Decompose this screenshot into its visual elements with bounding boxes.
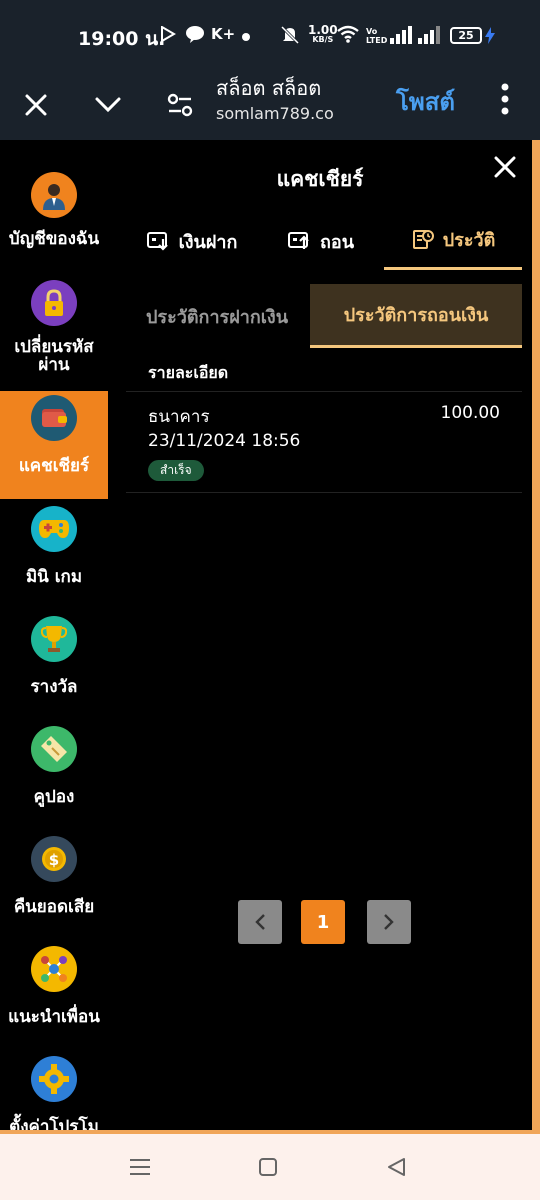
history-icon [412,229,434,249]
table-row: ธนาคาร 100.00 23/11/2024 18:56 สำเร็จ [126,392,522,493]
prev-page-button[interactable] [238,900,282,944]
sidebar-item-change-password[interactable]: เปลี่ยนรหัสผ่าน [0,276,108,384]
panel-edge [532,140,540,1130]
svg-text:$: $ [49,851,59,869]
play-store-icon [160,25,176,46]
network-speed: 1.00 KB/S [308,23,338,44]
tab-withdraw[interactable]: ถอน [258,212,384,270]
wallet-icon [31,395,77,441]
subtab-deposit-history[interactable]: ประวัติการฝากเงิน [126,284,308,348]
lock-icon [31,280,77,326]
status-badge: สำเร็จ [148,460,204,481]
panel-title: แคชเชียร์ [276,167,364,191]
row-amount: 100.00 [440,403,500,423]
chevron-right-icon [384,914,394,930]
signal-icon [390,26,414,48]
k-plus-icon: K+ [211,25,236,43]
chevron-down-icon [95,97,121,113]
charging-icon [485,27,495,48]
home-square-icon [259,1158,277,1176]
close-tab-button[interactable] [11,80,61,130]
sidebar-item-cashback[interactable]: $ คืนยอดเสีย [0,830,108,938]
chevron-left-icon [255,914,265,930]
withdraw-icon [287,232,309,249]
cashier-tabs: เงินฝาก ถอน ประวัติ [126,212,522,272]
home-button[interactable] [253,1154,283,1180]
sidebar: บัญชีของฉัน เปลี่ยนรหัสผ่าน แคชเชียร์ มิ… [0,140,108,1130]
subtab-withdraw-history[interactable]: ประวัติการถอนเงิน [310,284,522,348]
line-app-icon [185,25,205,47]
sidebar-item-refer-friend[interactable]: แนะนำเพื่อน [0,940,108,1048]
post-button[interactable]: โพสต์ [396,82,455,121]
sidebar-item-account[interactable]: บัญชีของฉัน [0,166,108,274]
coupon-icon [31,726,77,772]
settings-sliders-icon [167,93,193,117]
back-triangle-icon [388,1158,405,1176]
wifi-icon [337,25,359,47]
tab-history[interactable]: ประวัติ [384,212,522,270]
deposit-icon [146,232,168,251]
next-page-button[interactable] [367,900,411,944]
network-icon [31,946,77,992]
battery-indicator: 25 [450,27,482,44]
more-vertical-icon [501,83,509,115]
close-icon [25,94,47,116]
volte-indicator: Vo LTED [366,27,388,45]
dot-icon [242,29,250,45]
page-number-current[interactable]: 1 [301,900,345,944]
tab-deposit[interactable]: เงินฝาก [126,212,258,270]
row-bank: ธนาคาร [148,407,210,427]
pagination: 1 [238,900,412,944]
more-options-button[interactable] [494,80,516,120]
close-panel-button[interactable] [490,152,520,182]
column-header-details: รายละเอียด [148,363,229,382]
table-header: รายละเอียด [126,354,522,392]
mute-bell-icon [280,25,300,49]
sidebar-item-coupon[interactable]: คูปอง [0,720,108,828]
sidebar-item-reward[interactable]: รางวัล [0,610,108,718]
menu-icon [130,1159,150,1175]
page-title: สล็อต สล็อต [216,76,322,100]
trophy-icon [31,616,77,662]
signal-icon-2 [418,26,442,48]
close-icon [494,156,516,178]
system-nav-bar [0,1134,540,1200]
status-time: 19:00 น. [78,28,166,50]
page-url[interactable]: somlam789.co [216,104,334,123]
history-subtabs: ประวัติการฝากเงิน ประวัติการถอนเงิน [126,284,522,350]
recent-apps-button[interactable] [125,1154,155,1180]
coin-icon: $ [31,836,77,882]
gear-icon [31,1056,77,1102]
minimize-button[interactable] [83,80,133,130]
sidebar-item-mini-game[interactable]: มินิ เกม [0,500,108,608]
status-bar: 19:00 น. K+ 1.00 KB/S Vo LTED 25 [0,0,540,70]
row-date: 23/11/2024 18:56 [148,431,301,451]
gamepad-icon [31,506,77,552]
sidebar-item-cashier[interactable]: แคชเชียร์ [0,391,108,499]
site-settings-button[interactable] [155,80,205,130]
sidebar-item-promo-settings[interactable]: ตั้งค่าโปรโม [0,1050,108,1130]
user-icon [31,172,77,218]
back-button[interactable] [382,1154,412,1180]
